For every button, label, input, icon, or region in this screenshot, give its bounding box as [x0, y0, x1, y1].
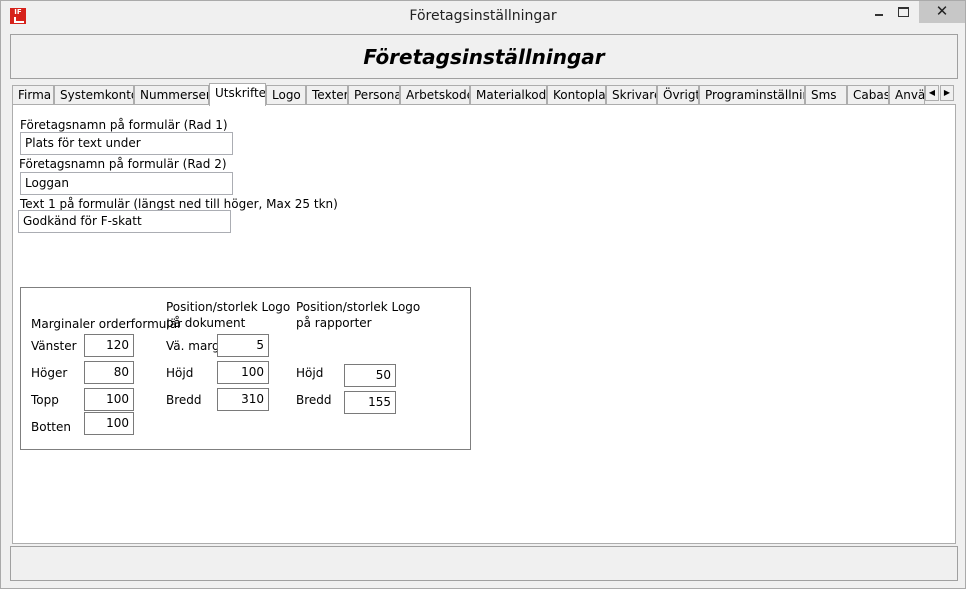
logo-reports-heading-line2: på rapporter [296, 316, 372, 330]
text1-input[interactable]: Godkänd för F-skatt [18, 210, 231, 233]
logo-doc-margin-input[interactable]: 5 [217, 334, 269, 357]
margin-right-input[interactable]: 80 [84, 361, 134, 384]
logo-report-height-input[interactable]: 50 [344, 364, 396, 387]
close-icon: ✕ [935, 2, 949, 20]
logo-doc-width-input[interactable]: 310 [217, 388, 269, 411]
margin-left-input[interactable]: 120 [84, 334, 134, 357]
tab-utskrifter[interactable]: Utskrifter [209, 83, 266, 106]
margin-bottom-label: Botten [31, 420, 71, 434]
tab-scroll-right-button[interactable]: ▶ [940, 85, 954, 101]
logo-doc-width-label: Bredd [166, 393, 202, 407]
margin-bottom-input[interactable]: 100 [84, 412, 134, 435]
window-title: Företagsinställningar [409, 8, 557, 24]
tab-programinstallningar[interactable]: Programinställningar [699, 85, 805, 105]
header-panel: Företagsinställningar [10, 34, 958, 79]
tab-nummerserier[interactable]: Nummerserier [134, 85, 209, 105]
logo-reports-heading-line1: Position/storlek Logo [296, 300, 421, 314]
tab-ovrigt[interactable]: Övrigt [657, 85, 699, 105]
print-layout-group: Position/storlek Logo på dokument Margin… [20, 287, 471, 450]
logo-report-height-label: Höjd [296, 366, 324, 380]
row2-label: Företagsnamn på formulär (Rad 2) [19, 157, 227, 171]
tab-materialkoder[interactable]: Materialkoder [470, 85, 547, 105]
title-bar[interactable]: IF Företagsinställningar ✕ [1, 1, 965, 31]
tab-systemkonton[interactable]: Systemkonton [54, 85, 134, 105]
tab-kontoplan[interactable]: Kontoplan [547, 85, 606, 105]
tab-texter[interactable]: Texter [306, 85, 348, 105]
settings-window: IF Företagsinställningar ✕ Företagsinstä… [0, 0, 966, 589]
logo-report-width-input[interactable]: 155 [344, 391, 396, 414]
page-title: Företagsinställningar [363, 45, 605, 69]
close-button[interactable]: ✕ [919, 1, 965, 23]
tab-scroll-left-button[interactable]: ◀ [925, 85, 939, 101]
text1-label: Text 1 på formulär (längst ned till höge… [20, 197, 338, 211]
tab-skrivare[interactable]: Skrivare [606, 85, 657, 105]
tab-logo[interactable]: Logo [266, 85, 306, 105]
row1-input[interactable]: Plats för text under [20, 132, 233, 155]
logo-doc-height-label: Höjd [166, 366, 194, 380]
margin-top-label: Topp [31, 393, 59, 407]
logo-report-width-label: Bredd [296, 393, 332, 407]
arrow-right-icon: ▶ [943, 88, 951, 97]
maximize-button[interactable] [887, 1, 919, 23]
logo-doc-height-input[interactable]: 100 [217, 361, 269, 384]
margins-heading: Marginaler orderformulär [31, 317, 183, 331]
status-bar [10, 546, 958, 581]
tab-strip: Firma Systemkonton Nummerserier Utskrift… [12, 83, 956, 106]
tab-arbetskoder[interactable]: Arbetskoder [400, 85, 470, 105]
logo-doc-margin-label: Vä. marg [166, 339, 220, 353]
tab-personal[interactable]: Personal [348, 85, 400, 105]
margin-top-input[interactable]: 100 [84, 388, 134, 411]
row2-input[interactable]: Loggan [20, 172, 233, 195]
tab-sms[interactable]: Sms [805, 85, 847, 105]
margin-right-label: Höger [31, 366, 68, 380]
tab-anvandare[interactable]: Anvä [889, 85, 925, 105]
tab-firma[interactable]: Firma [12, 85, 54, 105]
tab-panel-utskrifter: Företagsnamn på formulär (Rad 1) Plats f… [12, 104, 956, 544]
arrow-left-icon: ◀ [928, 88, 936, 97]
logo-document-heading-line1: Position/storlek Logo [166, 300, 291, 314]
row1-label: Företagsnamn på formulär (Rad 1) [20, 118, 228, 132]
tab-cabas[interactable]: Cabas [847, 85, 889, 105]
margin-left-label: Vänster [31, 339, 77, 353]
